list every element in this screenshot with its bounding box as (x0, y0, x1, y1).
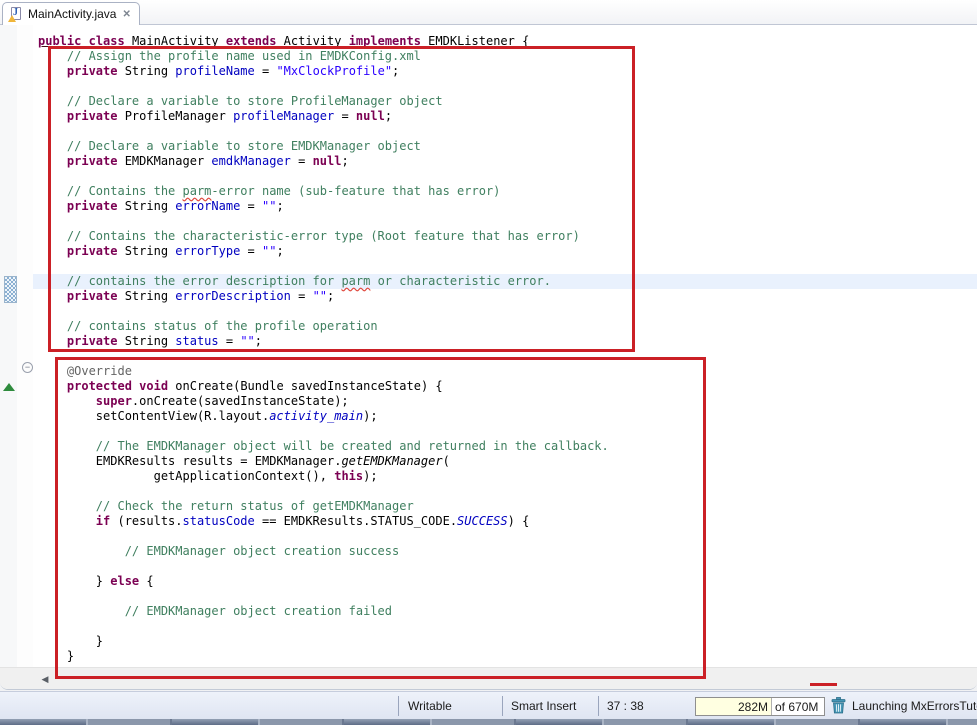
launch-progress-status: Launching MxErrorsTutor (852, 699, 977, 713)
annotation-mark-fragment (810, 683, 837, 686)
statusbar-divider (398, 696, 399, 716)
status-bar: Writable Smart Insert 37 : 38 282M of 67… (0, 691, 977, 719)
statusbar-divider (502, 696, 503, 716)
collapse-fold-icon[interactable]: − (22, 362, 33, 373)
writable-status: Writable (408, 699, 452, 713)
range-indicator-marker (4, 276, 17, 303)
trash-icon (831, 697, 846, 714)
run-garbage-collector-button[interactable] (831, 697, 846, 714)
override-indicator-icon (3, 383, 15, 391)
tab-close-icon[interactable]: ✕ (121, 9, 131, 20)
java-file-warning-icon: J (8, 6, 23, 22)
heap-total-value: of 670M (772, 698, 818, 715)
folding-ruler: − (17, 25, 33, 668)
annotation-box-member-fields (48, 46, 635, 352)
statusbar-divider (598, 696, 599, 716)
insert-mode-status: Smart Insert (511, 699, 576, 713)
windows-taskbar-edge (0, 719, 977, 725)
warning-triangle-icon (8, 15, 16, 22)
annotation-ruler (0, 25, 17, 668)
scroll-left-arrow-icon[interactable]: ◀ (38, 672, 52, 686)
caret-position-status: 37 : 38 (607, 699, 644, 713)
eclipse-editor-window: J MainActivity.java ✕ − public class Mai… (0, 0, 977, 725)
tab-mainactivity[interactable]: J MainActivity.java ✕ (2, 2, 140, 25)
annotation-box-oncreate-method (55, 357, 706, 679)
heap-status-widget: 282M of 670M (695, 697, 825, 716)
heap-used-value: 282M (696, 698, 772, 715)
tab-label: MainActivity.java (28, 7, 116, 21)
editor-tab-bar: J MainActivity.java ✕ (0, 0, 977, 25)
